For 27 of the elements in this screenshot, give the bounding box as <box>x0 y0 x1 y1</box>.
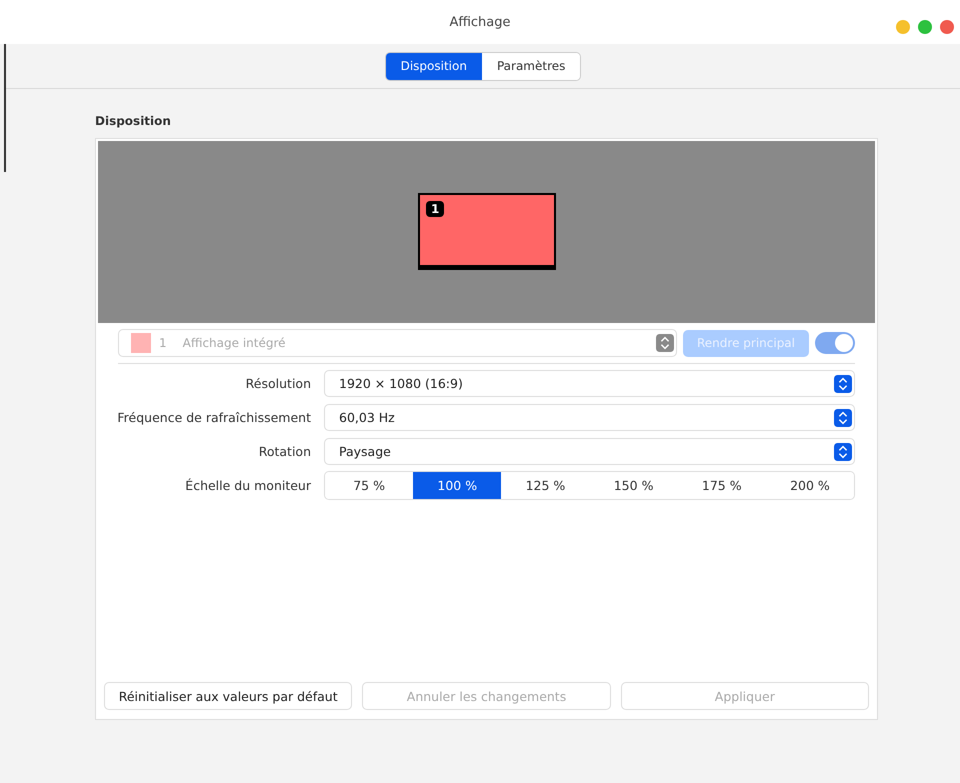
spinner-icon <box>834 408 852 428</box>
select-value: Paysage <box>339 444 392 459</box>
tab[interactable]: Disposition <box>386 52 482 80</box>
select-field[interactable]: 60,03 Hz <box>324 404 855 431</box>
minimize-button[interactable] <box>896 20 910 34</box>
spinner-icon <box>834 442 852 462</box>
select-field[interactable]: Paysage <box>324 438 855 465</box>
setting-label: Fréquence de rafraîchissement <box>116 410 312 425</box>
window-title: Affichage <box>449 14 511 30</box>
spinner-icon <box>834 374 852 394</box>
setting-label: Résolution <box>244 376 312 391</box>
maximize-button[interactable] <box>918 20 932 34</box>
spinner-icon <box>656 333 674 353</box>
display-number: 1 <box>159 336 167 350</box>
select-value: 60,03 Hz <box>339 410 396 425</box>
close-button[interactable] <box>940 20 954 34</box>
scale-option[interactable]: 100 % <box>413 472 502 499</box>
setting-label: Échelle du moniteur <box>184 478 312 493</box>
section-title: Disposition <box>95 114 172 128</box>
monitor-rectangle[interactable]: 1 <box>418 193 556 270</box>
action-button[interactable]: Réinitialiser aux valeurs par défaut <box>104 682 352 710</box>
select-field[interactable]: 1920 × 1080 (16:9) <box>324 370 855 397</box>
toggle-switch[interactable] <box>815 332 855 354</box>
monitor-number: 1 <box>426 201 444 217</box>
display-name: Affichage intégré <box>182 336 287 350</box>
setting-label: Rotation <box>258 444 312 459</box>
select-value: 1920 × 1080 (16:9) <box>339 376 464 391</box>
